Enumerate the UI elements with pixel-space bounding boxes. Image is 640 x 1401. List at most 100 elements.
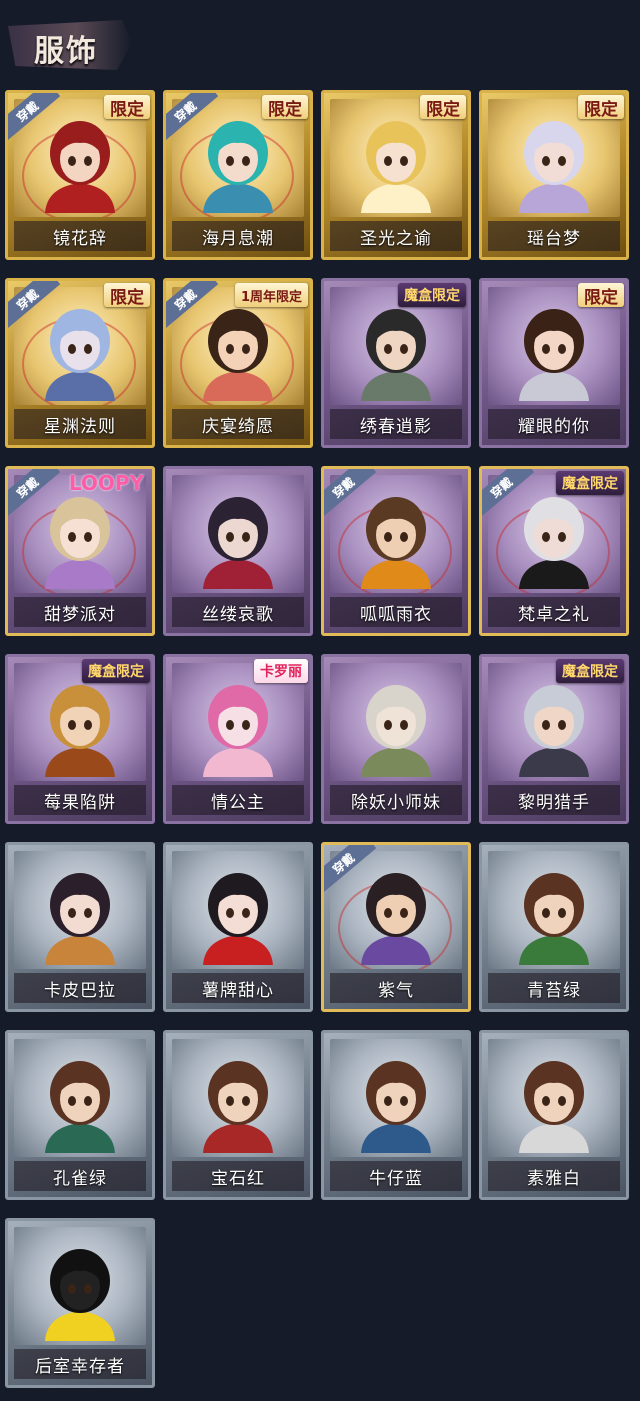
costume-name: 后室幸存者 [35, 1356, 125, 1377]
costume-name: 庆宴绮愿 [202, 416, 274, 437]
costume-card[interactable]: 限定 瑶台梦 [479, 90, 629, 260]
costume-label-bar: 素雅白 [488, 1161, 620, 1191]
costume-name: 除妖小师妹 [351, 792, 441, 813]
costume-card[interactable]: 牛仔蓝 [321, 1030, 471, 1200]
costume-label-bar: 海月息潮 [172, 221, 304, 251]
costume-name: 黎明猎手 [518, 792, 590, 813]
ruby-red-portrait-icon [203, 1061, 273, 1153]
costume-name: 星渊法则 [44, 416, 116, 437]
portrait-frame [330, 1039, 462, 1157]
costume-card[interactable]: 卡罗丽情公主 [163, 654, 313, 824]
costume-card[interactable]: 卡皮巴拉 [5, 842, 155, 1012]
costume-name: 薯牌甜心 [202, 980, 274, 1001]
dawn-hunter-portrait-icon [519, 685, 589, 777]
costume-card[interactable]: 魔盒限定 绣春逍影 [321, 278, 471, 448]
purple-aura-portrait-icon [361, 873, 431, 965]
portrait-frame [14, 1039, 146, 1157]
costume-name: 孔雀绿 [53, 1168, 107, 1189]
costume-name: 海月息潮 [202, 228, 274, 249]
fries-sweetheart-portrait-icon [203, 873, 273, 965]
star-abyss-portrait-icon [45, 309, 115, 401]
costume-label-bar: 梵卓之礼 [488, 597, 620, 627]
red-hood-portrait-icon [45, 121, 115, 213]
costume-name: 镜花辞 [53, 228, 107, 249]
costume-card[interactable]: 素雅白 [479, 1030, 629, 1200]
costume-card[interactable]: 除妖小师妹 [321, 654, 471, 824]
berry-trap-portrait-icon [45, 685, 115, 777]
costume-label-bar: 瑶台梦 [488, 221, 620, 251]
capybara-hood-portrait-icon [45, 873, 115, 965]
costume-name: 卡皮巴拉 [44, 980, 116, 1001]
lace-elegy-portrait-icon [203, 497, 273, 589]
costume-card[interactable]: 1周年限定 穿戴 庆宴绮愿 [163, 278, 313, 448]
costume-name: 情公主 [211, 792, 265, 813]
peacock-green-portrait-icon [45, 1061, 115, 1153]
limited-badge: 魔盒限定 [556, 471, 624, 495]
section-header: 服饰 [4, 6, 132, 76]
costume-label-bar: 莓果陷阱 [14, 785, 146, 815]
costume-card[interactable]: 宝石红 [163, 1030, 313, 1200]
costume-label-bar: 庆宴绮愿 [172, 409, 304, 439]
costume-label-bar: 除妖小师妹 [330, 785, 462, 815]
costume-name: 甜梦派对 [44, 604, 116, 625]
costume-label-bar: 牛仔蓝 [330, 1161, 462, 1191]
portrait-frame [172, 1039, 304, 1157]
costume-card[interactable]: 限定 耀眼的你 [479, 278, 629, 448]
costume-card[interactable]: 魔盒限定 黎明猎手 [479, 654, 629, 824]
costume-label-bar: 耀眼的你 [488, 409, 620, 439]
page-title: 服饰 [34, 34, 98, 69]
costume-card[interactable]: 限定 穿戴 镜花辞 [5, 90, 155, 260]
costume-label-bar: 甜梦派对 [14, 597, 146, 627]
costume-name: 莓果陷阱 [44, 792, 116, 813]
love-princess-portrait-icon [203, 685, 273, 777]
costume-label-bar: 紫气 [330, 973, 462, 1003]
costume-name: 耀眼的你 [518, 416, 590, 437]
costume-card[interactable]: 魔盒限定莓果陷阱 [5, 654, 155, 824]
costume-label-bar: 卡皮巴拉 [14, 973, 146, 1003]
costume-name: 紫气 [378, 980, 414, 1001]
costume-label-bar: 情公主 [172, 785, 304, 815]
costume-label-bar: 青苔绿 [488, 973, 620, 1003]
costume-name: 素雅白 [527, 1168, 581, 1189]
costume-card[interactable]: 后室幸存者 [5, 1218, 155, 1388]
costume-card[interactable]: 限定 穿戴 星渊法则 [5, 278, 155, 448]
costume-name: 青苔绿 [527, 980, 581, 1001]
holy-light-portrait-icon [361, 121, 431, 213]
portrait-frame [488, 851, 620, 969]
costume-label-bar: 黎明猎手 [488, 785, 620, 815]
costume-name: 丝缕哀歌 [202, 604, 274, 625]
costume-card[interactable]: 穿戴 呱呱雨衣 [321, 466, 471, 636]
costume-card[interactable]: 限定 穿戴 海月息潮 [163, 90, 313, 260]
portrait-frame [330, 663, 462, 781]
costume-name: 圣光之谕 [360, 228, 432, 249]
costume-card[interactable]: 丝缕哀歌 [163, 466, 313, 636]
costume-card[interactable]: LOOPY 穿戴 甜梦派对 [5, 466, 155, 636]
elegant-white-portrait-icon [519, 1061, 589, 1153]
costume-label-bar: 绣春逍影 [330, 409, 462, 439]
costume-card[interactable]: 魔盒限定 穿戴 梵卓之礼 [479, 466, 629, 636]
frog-raincoat-portrait-icon [361, 497, 431, 589]
portrait-frame [14, 851, 146, 969]
costume-label-bar: 星渊法则 [14, 409, 146, 439]
portrait-frame [172, 851, 304, 969]
costume-name: 瑶台梦 [527, 228, 581, 249]
sweet-dream-portrait-icon [45, 497, 115, 589]
ventrue-portrait-icon [519, 497, 589, 589]
denim-blue-portrait-icon [361, 1061, 431, 1153]
costume-card[interactable]: 青苔绿 [479, 842, 629, 1012]
costume-card[interactable]: 穿戴 紫气 [321, 842, 471, 1012]
limited-badge: 魔盒限定 [82, 659, 150, 683]
costume-card[interactable]: 薯牌甜心 [163, 842, 313, 1012]
costume-name: 宝石红 [211, 1168, 265, 1189]
limited-badge: 卡罗丽 [254, 659, 308, 683]
costume-label-bar: 孔雀绿 [14, 1161, 146, 1191]
cowboy-hat-portrait-icon [519, 309, 589, 401]
costume-label-bar: 呱呱雨衣 [330, 597, 462, 627]
costume-card[interactable]: 孔雀绿 [5, 1030, 155, 1200]
limited-badge: 限定 [420, 95, 466, 120]
limited-badge: 限定 [262, 95, 308, 120]
costume-card[interactable]: 限定圣光之谕 [321, 90, 471, 260]
demon-hunter-portrait-icon [361, 685, 431, 777]
portrait-frame [14, 1227, 146, 1345]
costume-label-bar: 宝石红 [172, 1161, 304, 1191]
